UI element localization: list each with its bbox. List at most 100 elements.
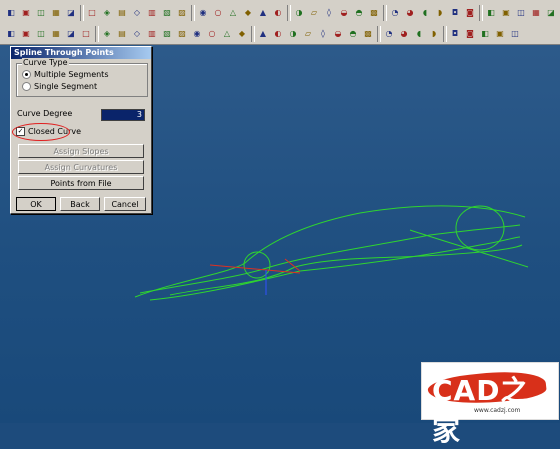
split-icon[interactable]: ◪ [544,5,558,20]
back-button[interactable]: Back [60,197,100,211]
curve-mod-icon[interactable]: ▲ [256,26,270,41]
light-icon[interactable]: ◐ [271,5,285,20]
fillet-icon[interactable]: ▧ [160,26,174,41]
bridge-icon[interactable]: △ [220,26,234,41]
toolbar-separator [95,26,99,42]
shell-icon[interactable]: ◙ [463,26,477,41]
toolbar-separator [443,26,447,42]
radio-on-icon [22,70,31,79]
plot-icon[interactable]: ▣ [499,5,513,20]
point-icon[interactable]: ◧ [4,26,18,41]
iso-icon[interactable]: ◒ [337,5,351,20]
palette-icon[interactable]: ◖ [418,5,432,20]
surface-icon[interactable]: ◕ [397,26,411,41]
toolbar-separator [251,26,255,42]
curve-degree-input[interactable]: 3 [101,109,145,121]
radio-single-segment[interactable]: Single Segment [22,82,97,91]
fit-icon[interactable]: ◇ [130,5,144,20]
circle-icon[interactable]: ◈ [100,26,114,41]
loft-icon[interactable]: ◓ [346,26,360,41]
grid2-icon[interactable]: ◫ [514,5,528,20]
extend-icon[interactable]: ◉ [190,26,204,41]
offset-surf-icon[interactable]: ◧ [478,26,492,41]
wire-icon[interactable]: ▲ [256,5,270,20]
sweep-icon[interactable]: ◒ [331,26,345,41]
curve-icon[interactable]: ▦ [49,26,63,41]
divide-icon[interactable]: ▱ [301,26,315,41]
checkmark-icon: ✓ [16,127,25,136]
sheet-icon[interactable]: ◔ [388,5,402,20]
join-icon[interactable]: ◑ [286,26,300,41]
curve-type-group: Curve Type Multiple Segments Single Segm… [16,58,148,97]
box-icon[interactable]: □ [85,5,99,20]
offset-icon[interactable]: ◇ [130,26,144,41]
select-icon[interactable]: ◧ [4,5,18,20]
line-icon[interactable]: ▣ [19,26,33,41]
trim-surf-icon[interactable]: ▣ [493,26,507,41]
undo-icon[interactable]: ▦ [49,5,63,20]
list-icon[interactable]: ◧ [484,5,498,20]
toolbar-separator [479,5,483,21]
spline-icon[interactable]: ◫ [34,26,48,41]
trim-icon[interactable]: ▥ [145,26,159,41]
print-icon[interactable]: ◪ [64,5,78,20]
angle-icon[interactable]: ◐ [271,26,285,41]
spline-curve [149,236,521,301]
measure-icon[interactable]: ◙ [463,5,477,20]
pan-icon[interactable]: ▥ [145,5,159,20]
toolbar-row-1: ◧▣◫▦◪□◈▤◇▥▧▨◉○△◆▲◐◑▱◊◒◓▩◔◕◖◗◘◙◧▣◫▦◪□ [0,3,560,22]
grid-icon[interactable]: ▧ [160,5,174,20]
view-icon[interactable]: ◑ [292,5,306,20]
plus-icon[interactable]: ◪ [64,26,78,41]
revolve-icon[interactable]: ▩ [361,26,375,41]
toolbar-area: ◧▣◫▦◪□◈▤◇▥▧▨◉○△◆▲◐◑▱◊◒◓▩◔◕◖◗◘◙◧▣◫▦◪□ ◧▣◫… [0,0,560,45]
paste-icon[interactable]: ◫ [34,5,48,20]
sphere-icon[interactable]: ○ [211,5,225,20]
cone-icon[interactable]: △ [226,5,240,20]
axis-icon[interactable]: ◗ [433,5,447,20]
fill-icon[interactable]: ◫ [508,26,522,41]
blend-icon[interactable]: ◊ [316,26,330,41]
layer-icon[interactable]: ▤ [115,5,129,20]
rect-icon[interactable]: □ [79,26,93,41]
tile-icon[interactable]: ▦ [529,5,543,20]
watermark-logo: CAD之家 www.cadzj.com [421,362,559,447]
arc-icon[interactable]: ▤ [115,26,129,41]
cancel-button[interactable]: Cancel [104,197,146,211]
radio-label: Multiple Segments [34,70,109,79]
cylinder-icon[interactable]: ◉ [196,5,210,20]
toolbar-separator [191,5,195,21]
render-icon[interactable]: ◓ [352,5,366,20]
radio-multiple-segments[interactable]: Multiple Segments [22,70,109,79]
curve-degree-label: Curve Degree [17,109,73,118]
extrude-icon[interactable]: ◔ [382,26,396,41]
mirror-icon[interactable]: ◆ [235,26,249,41]
face-icon[interactable]: ◘ [448,26,462,41]
chamfer-icon[interactable]: ▨ [175,26,189,41]
points-from-file-button[interactable]: Points from File [18,176,144,190]
color-icon[interactable]: ▩ [367,5,381,20]
swatch-icon[interactable]: ◕ [403,5,417,20]
assign-slopes-button[interactable]: Assign Slopes [18,144,144,158]
shade-icon[interactable]: ◆ [241,5,255,20]
note-icon[interactable]: ◘ [448,5,462,20]
assign-curvatures-button[interactable]: Assign Curvatures [18,160,144,174]
toolbar-separator [287,5,291,21]
sew-icon[interactable]: ◖ [412,26,426,41]
logo-url: www.cadzj.com [474,407,521,414]
toolbar-row-2: ◧ ▣ ◫ ▦ ◪ □ ◈ ▤ ◇ ▥ ▧ ▨ ◉ ○ △ ◆ ▲ ◐ ◑ ▱ ◊ ◒ ◓ ▩ ◔ ◕ ◖ ◗ ◘ ◙ ◧ ▣ ◫ [0,24,560,43]
closed-curve-checkbox[interactable]: ✓ Closed Curve [12,123,81,141]
front-icon[interactable]: ▱ [307,5,321,20]
project-icon[interactable]: ○ [205,26,219,41]
spline-curve [169,244,523,296]
zoom-icon[interactable]: ◈ [100,5,114,20]
cube-icon[interactable]: ▨ [175,5,189,20]
bounded-icon[interactable]: ◗ [427,26,441,41]
redo-icon[interactable]: ▣ [19,5,33,20]
spline-curve [139,224,521,294]
top-icon[interactable]: ◊ [322,5,336,20]
curve-degree-row: Curve Degree 3 [17,109,145,121]
toolbar-separator [80,5,84,21]
radio-label: Single Segment [34,82,98,91]
ok-button[interactable]: OK [16,197,56,211]
